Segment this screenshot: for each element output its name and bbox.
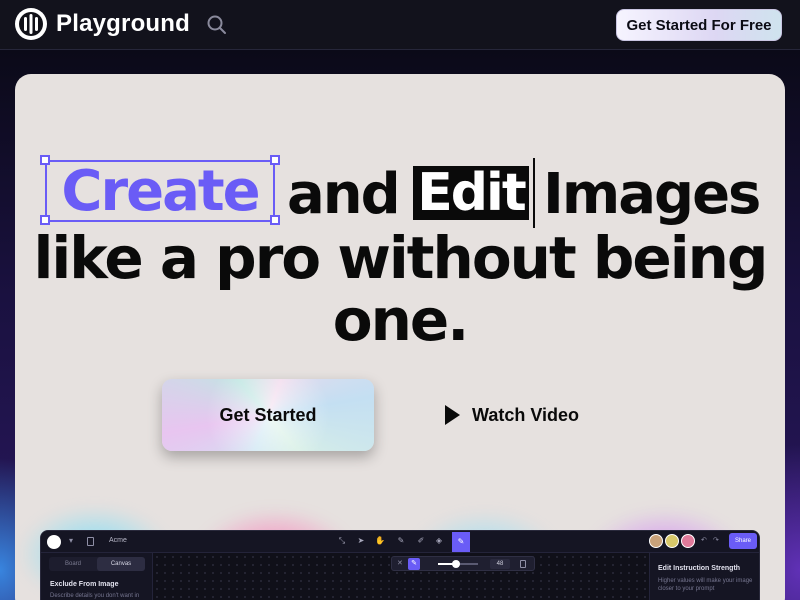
edit-tool-icon: ✎ — [397, 536, 405, 545]
preview-tabs: Board Canvas — [49, 557, 145, 571]
slider-knob — [452, 560, 460, 568]
brush-icon: ✎ — [408, 558, 420, 570]
brush-tool-icon: ✎ — [452, 532, 470, 552]
headline-word-create: Create — [45, 158, 275, 224]
preview-right-panel: Edit Instruction Strength Higher values … — [649, 553, 759, 600]
headline-word-and: and — [287, 162, 401, 227]
selection-handle-top-right[interactable] — [270, 155, 280, 165]
close-icon: ✕ — [397, 560, 403, 567]
collaborator-avatar — [665, 534, 679, 548]
fill-tool-icon: ◈ — [435, 536, 443, 545]
headline-word-images: Images — [543, 162, 761, 227]
headline-word-edit: Edit — [413, 163, 529, 223]
watch-video-label: Watch Video — [472, 404, 580, 425]
text-cursor — [533, 158, 535, 228]
document-icon — [87, 537, 94, 546]
preview-topbar: ▾ Acme ⤡ ➤ ✋ ✎ ✐ ◈ ✎ ↶ ↷ Share — [41, 531, 759, 553]
playground-logo-icon[interactable] — [15, 8, 47, 40]
preview-canvas: ✕ ✎ 48 — [153, 553, 649, 600]
pen-tool-icon: ✐ — [417, 536, 425, 545]
watch-video-button[interactable]: Watch Video — [445, 402, 579, 428]
instruction-strength-description: Higher values will make your image close… — [658, 578, 753, 592]
get-started-button[interactable]: Get Started — [162, 379, 374, 451]
redo-icon: ↷ — [713, 537, 719, 544]
tab-canvas: Canvas — [97, 557, 145, 571]
headline-line-2: like a pro without being — [33, 224, 769, 292]
collaborator-avatar — [649, 534, 663, 548]
brush-size-value: 48 — [490, 559, 510, 569]
undo-icon: ↶ — [701, 537, 707, 544]
project-name: Acme — [109, 537, 127, 544]
exclude-description: Describe details you don't want in — [50, 593, 140, 599]
search-icon[interactable] — [206, 14, 228, 36]
hero-card: Create and Edit Images like a pro withou… — [15, 74, 785, 600]
brush-size-slider — [438, 560, 478, 568]
tab-board: Board — [64, 561, 81, 567]
brush-toolbar: ✕ ✎ 48 — [391, 556, 535, 571]
exclude-title: Exclude From Image — [50, 581, 119, 588]
select-tool-icon: ➤ — [357, 536, 365, 545]
share-button: Share — [729, 533, 757, 549]
get-started-free-button[interactable]: Get Started For Free — [616, 9, 782, 41]
headline-line-3: one. — [332, 286, 470, 354]
hand-tool-icon: ✋ — [375, 536, 385, 545]
app-preview: ▾ Acme ⤡ ➤ ✋ ✎ ✐ ◈ ✎ ↶ ↷ Share Board Can… — [40, 530, 760, 600]
selection-handle-top-left[interactable] — [40, 155, 50, 165]
instruction-strength-title: Edit Instruction Strength — [658, 565, 741, 572]
create-text: Create — [61, 158, 260, 224]
preview-logo-icon — [47, 535, 61, 549]
collaborator-avatar — [681, 534, 695, 548]
play-icon — [445, 405, 460, 425]
undo-canvas-icon: ⤡ — [338, 536, 346, 545]
trash-icon — [520, 560, 526, 568]
brand-name[interactable]: Playground — [56, 10, 190, 38]
top-navbar: Playground Get Started For Free — [0, 0, 800, 50]
chevron-down-icon: ▾ — [69, 536, 74, 545]
preview-left-panel: Board Canvas Exclude From Image Describe… — [41, 553, 153, 600]
